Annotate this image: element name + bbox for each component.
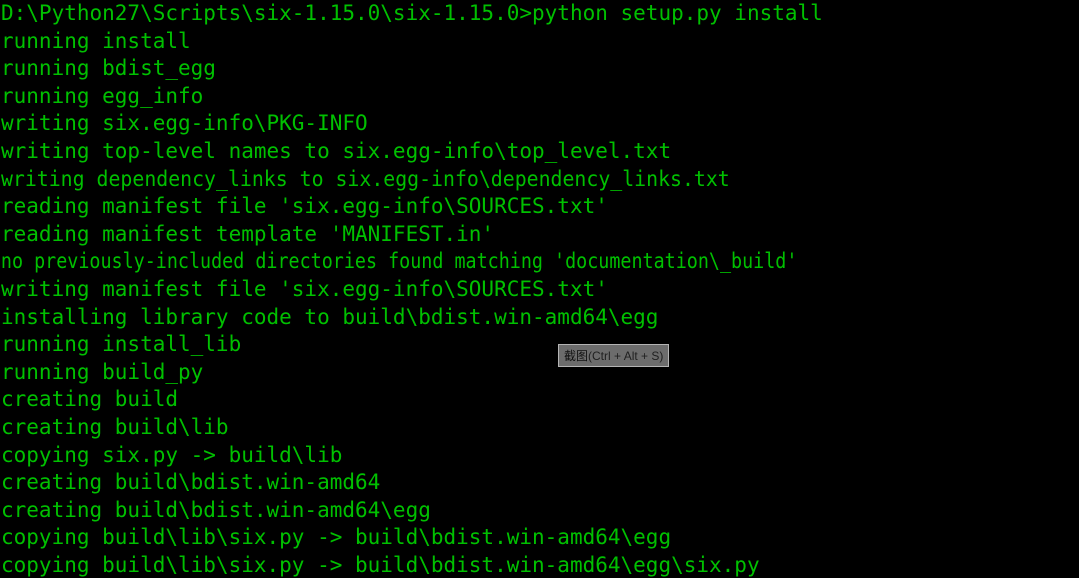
console-output-line: running install (1, 28, 191, 53)
console-output-line: installing library code to build\bdist.w… (1, 304, 659, 329)
console-output-line: writing manifest file 'six.egg-info\SOUR… (1, 276, 608, 301)
console-output-line: copying build\lib\six.py -> build\bdist.… (1, 525, 672, 550)
console-output-line: writing top-level names to six.egg-info\… (1, 138, 672, 163)
console-output-line: creating build (1, 387, 179, 412)
console-output-line: running build_py (1, 359, 204, 384)
console-output-line: reading manifest template 'MANIFEST.in' (1, 221, 495, 246)
console-output-line: running egg_info (1, 83, 204, 108)
console-output-line: writing dependency_links to six.egg-info… (0, 166, 730, 191)
console-output-line: running install_lib (1, 332, 242, 357)
console-output-line: creating build\bdist.win-amd64 (1, 470, 381, 495)
tooltip-shortcut-label: (Ctrl + Alt + S) (588, 349, 664, 363)
terminal-console[interactable]: D:\Python27\Scripts\six-1.15.0\six-1.15.… (0, 0, 1079, 578)
tooltip-cjk-label: 截图 (564, 349, 589, 363)
console-output-line: creating build\lib (1, 414, 229, 439)
console-output-line: running bdist_egg (1, 56, 216, 81)
console-output-line: creating build\bdist.win-amd64\egg (1, 497, 431, 522)
screenshot-tooltip: 截图(Ctrl + Alt + S) (558, 344, 670, 367)
console-output-line: copying build\lib\six.py -> build\bdist.… (1, 552, 760, 577)
console-prompt-line: D:\Python27\Scripts\six-1.15.0\six-1.15.… (1, 1, 823, 25)
console-output-line: copying six.py -> build\lib (1, 442, 343, 467)
console-output-line: no previously-included directories found… (0, 249, 798, 274)
console-output-line: reading manifest file 'six.egg-info\SOUR… (1, 194, 608, 219)
console-output-line: writing six.egg-info\PKG-INFO (1, 111, 368, 136)
